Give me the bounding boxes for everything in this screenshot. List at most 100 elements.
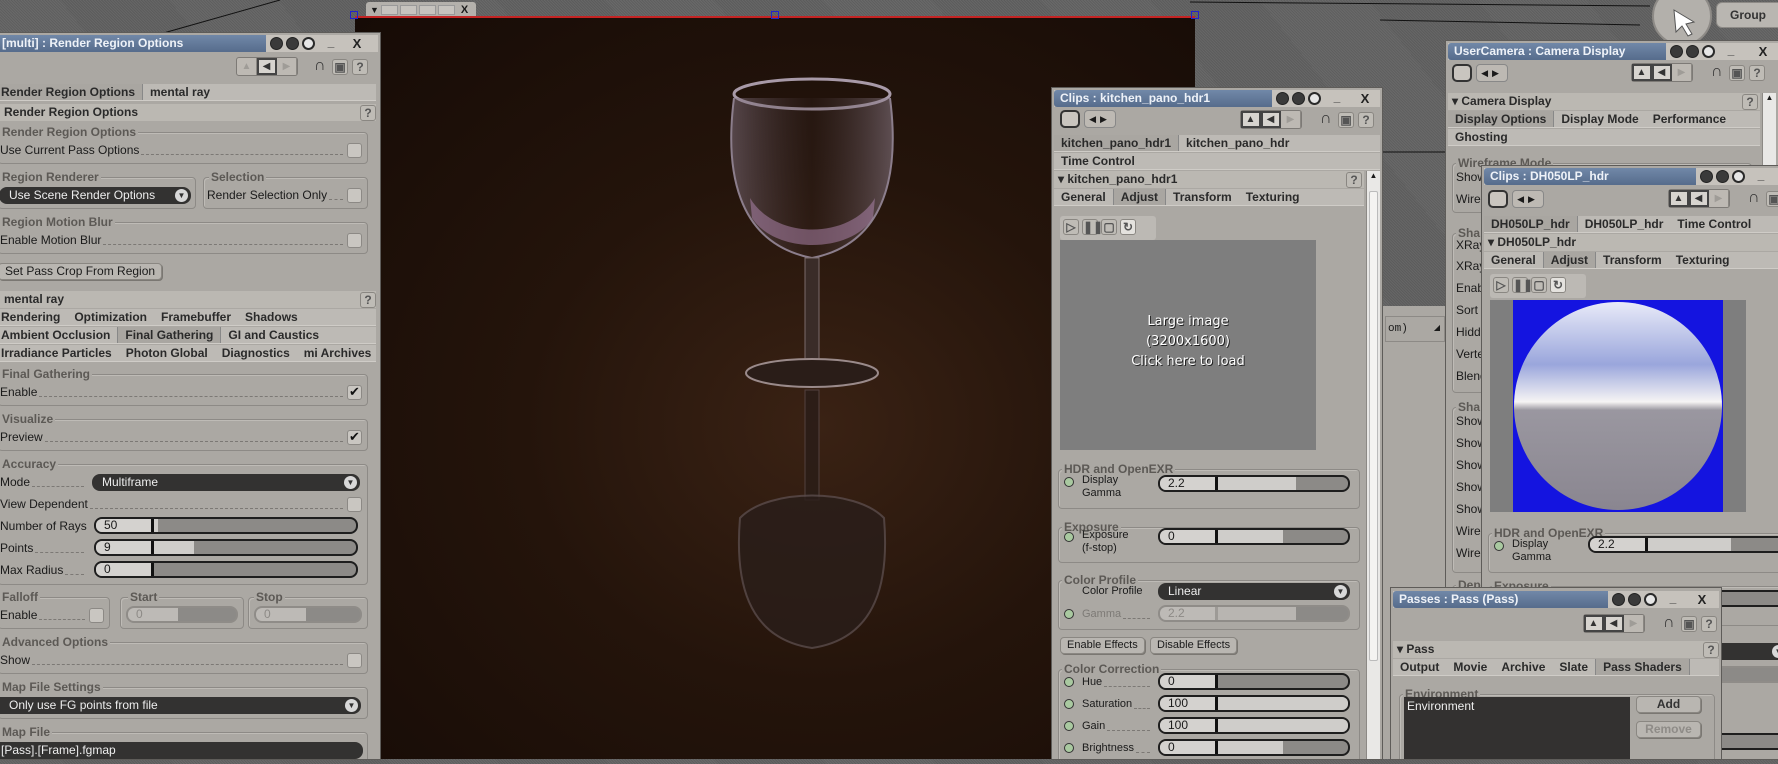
globe-icon[interactable]	[1292, 92, 1305, 105]
section-header-render-region[interactable]: Render Region Options	[0, 104, 376, 121]
title-bar[interactable]: Clips : DH050LP_hdr _	[1484, 168, 1778, 185]
prev-next-buttons[interactable]: ◀▶	[1512, 190, 1544, 208]
tab-rendering[interactable]: Rendering	[0, 309, 67, 325]
tab-output[interactable]: Output	[1393, 659, 1446, 675]
display-gamma-slider[interactable]: 2.2	[1588, 536, 1778, 553]
magnet-icon[interactable]: ∩	[314, 57, 326, 75]
navigation-arrows[interactable]: ▲ ◀ ▶	[1583, 614, 1645, 633]
disable-effects-button[interactable]: Disable Effects	[1150, 637, 1238, 654]
display-gamma-slider[interactable]: 2.2	[1158, 475, 1350, 492]
lock-icon[interactable]	[1702, 45, 1715, 58]
title-bar[interactable]: UserCamera : Camera Display _ X	[1448, 43, 1778, 60]
magnet-icon[interactable]: ∩	[1663, 614, 1675, 632]
pause-icon[interactable]: ❚❚	[1082, 219, 1103, 235]
viewport-menu-icon[interactable]: ▼	[370, 5, 379, 15]
remove-button[interactable]: Remove	[1636, 721, 1701, 738]
help-icon[interactable]: ?	[1701, 616, 1717, 632]
up-arrow-icon[interactable]: ▲	[1241, 111, 1261, 128]
recycle-icon[interactable]: ▣	[1681, 616, 1697, 632]
close-button[interactable]: X	[1754, 43, 1772, 60]
help-icon[interactable]: ?	[1358, 112, 1374, 128]
slider-value[interactable]: 100	[1160, 719, 1218, 732]
tab-gi-and-caustics[interactable]: GI and Caustics	[221, 327, 326, 343]
view-icon[interactable]	[1612, 593, 1625, 606]
viewport-slot[interactable]	[399, 4, 417, 15]
scrollbar[interactable]: ▲	[1366, 171, 1380, 759]
magnet-icon[interactable]: ∩	[1748, 189, 1760, 207]
animation-led-icon[interactable]	[1064, 532, 1074, 542]
stop-icon[interactable]: ▢	[1531, 277, 1547, 293]
forward-arrow-icon[interactable]: ▶	[1281, 111, 1301, 128]
prev-next-buttons[interactable]: ◀▶	[1476, 64, 1508, 82]
magnet-icon[interactable]: ∩	[1711, 63, 1723, 81]
lock-icon[interactable]	[1644, 593, 1657, 606]
section-header[interactable]: ▾ Camera Display	[1448, 93, 1760, 110]
animation-led-icon[interactable]	[1064, 743, 1074, 753]
tab-photon-global[interactable]: Photon Global	[119, 345, 215, 361]
enable-effects-button[interactable]: Enable Effects	[1060, 637, 1145, 654]
scrollbar-thumb[interactable]	[1369, 191, 1378, 661]
animation-led-icon[interactable]	[1064, 477, 1074, 487]
tab-slate[interactable]: Slate	[1552, 659, 1595, 675]
tab-mi-archives[interactable]: mi Archives	[297, 345, 379, 361]
start-slider[interactable]: 0	[126, 606, 238, 623]
slider-value[interactable]: 50	[96, 519, 154, 532]
set-pass-crop-button[interactable]: Set Pass Crop From Region	[0, 263, 163, 280]
forward-arrow-icon[interactable]: ▶	[277, 58, 297, 75]
slider-value[interactable]: 2.2	[1160, 477, 1218, 490]
falloff-enable-row[interactable]: Enable	[0, 607, 104, 623]
forward-arrow-icon[interactable]: ▶	[1624, 615, 1644, 632]
back-arrow-icon[interactable]: ◀	[1689, 190, 1709, 207]
up-arrow-icon[interactable]: ▲	[1632, 64, 1652, 81]
tab-general[interactable]: General	[1054, 189, 1113, 205]
recycle-icon[interactable]: ▣	[1338, 112, 1354, 128]
back-arrow-icon[interactable]: ◀	[1652, 64, 1672, 81]
region-handle[interactable]	[1191, 11, 1199, 19]
prev-next-buttons[interactable]: ◀▶	[1084, 110, 1116, 128]
tab-time-control[interactable]: Time Control	[1670, 216, 1758, 232]
animation-led-icon[interactable]	[1064, 609, 1074, 619]
close-button[interactable]: X	[348, 35, 366, 52]
section-header[interactable]: ▾ kitchen_pano_hdr1	[1054, 171, 1364, 188]
animation-led-icon[interactable]	[1064, 677, 1074, 687]
scroll-up-icon[interactable]: ▲	[1367, 171, 1380, 180]
pause-icon[interactable]: ❚❚	[1512, 277, 1533, 293]
view-icon[interactable]	[270, 37, 283, 50]
minimize-button[interactable]: _	[324, 35, 338, 52]
tab-time-control[interactable]: Time Control	[1054, 153, 1142, 169]
back-arrow-icon[interactable]: ◀	[257, 58, 277, 75]
globe-icon[interactable]	[1686, 45, 1699, 58]
help-icon[interactable]: ?	[1749, 65, 1765, 81]
background-panel-field[interactable]: om) ◢	[1385, 316, 1445, 342]
view-icon[interactable]	[1700, 170, 1713, 183]
slider-value[interactable]: 0	[1160, 741, 1218, 754]
list-item[interactable]: Environment	[1407, 699, 1627, 713]
slider-value[interactable]: 0	[1160, 530, 1218, 543]
viewport-slot[interactable]	[437, 4, 455, 15]
recycle-icon[interactable]: ▣	[1766, 191, 1778, 207]
forward-arrow-icon[interactable]: ▶	[1709, 190, 1729, 207]
tab-optimization[interactable]: Optimization	[67, 309, 154, 325]
saturation-slider[interactable]: 100	[1158, 695, 1350, 712]
play-icon[interactable]: ▷	[1493, 277, 1509, 293]
tab-display-options[interactable]: Display Options	[1448, 111, 1555, 127]
section-header-mental-ray[interactable]: mental ray	[0, 291, 376, 308]
close-button[interactable]: X	[1693, 591, 1711, 608]
brightness-slider[interactable]: 0	[1158, 739, 1350, 756]
tab-framebuffer[interactable]: Framebuffer	[154, 309, 238, 325]
tab-render-region-options[interactable]: Render Region Options	[0, 84, 144, 100]
scroll-up-icon[interactable]: ▲	[1763, 93, 1776, 102]
tab-dh050lp-hdr-2[interactable]: DH050LP_hdr	[1578, 216, 1671, 232]
recycle-icon[interactable]: ▣	[1729, 65, 1745, 81]
viewport-slot[interactable]	[418, 4, 436, 15]
tab-movie[interactable]: Movie	[1446, 659, 1494, 675]
tab-archive[interactable]: Archive	[1494, 659, 1552, 675]
view-icon[interactable]	[1276, 92, 1289, 105]
viewport-close-button[interactable]: X	[461, 4, 468, 16]
slider-value[interactable]: 0	[1160, 675, 1218, 688]
navigation-arrows[interactable]: ▲ ◀ ▶	[236, 57, 298, 76]
help-icon[interactable]: ?	[360, 105, 376, 121]
view-dependent-row[interactable]: View Dependent	[0, 496, 362, 512]
minimize-button[interactable]: _	[1724, 43, 1738, 60]
minimize-button[interactable]: _	[1666, 591, 1680, 608]
